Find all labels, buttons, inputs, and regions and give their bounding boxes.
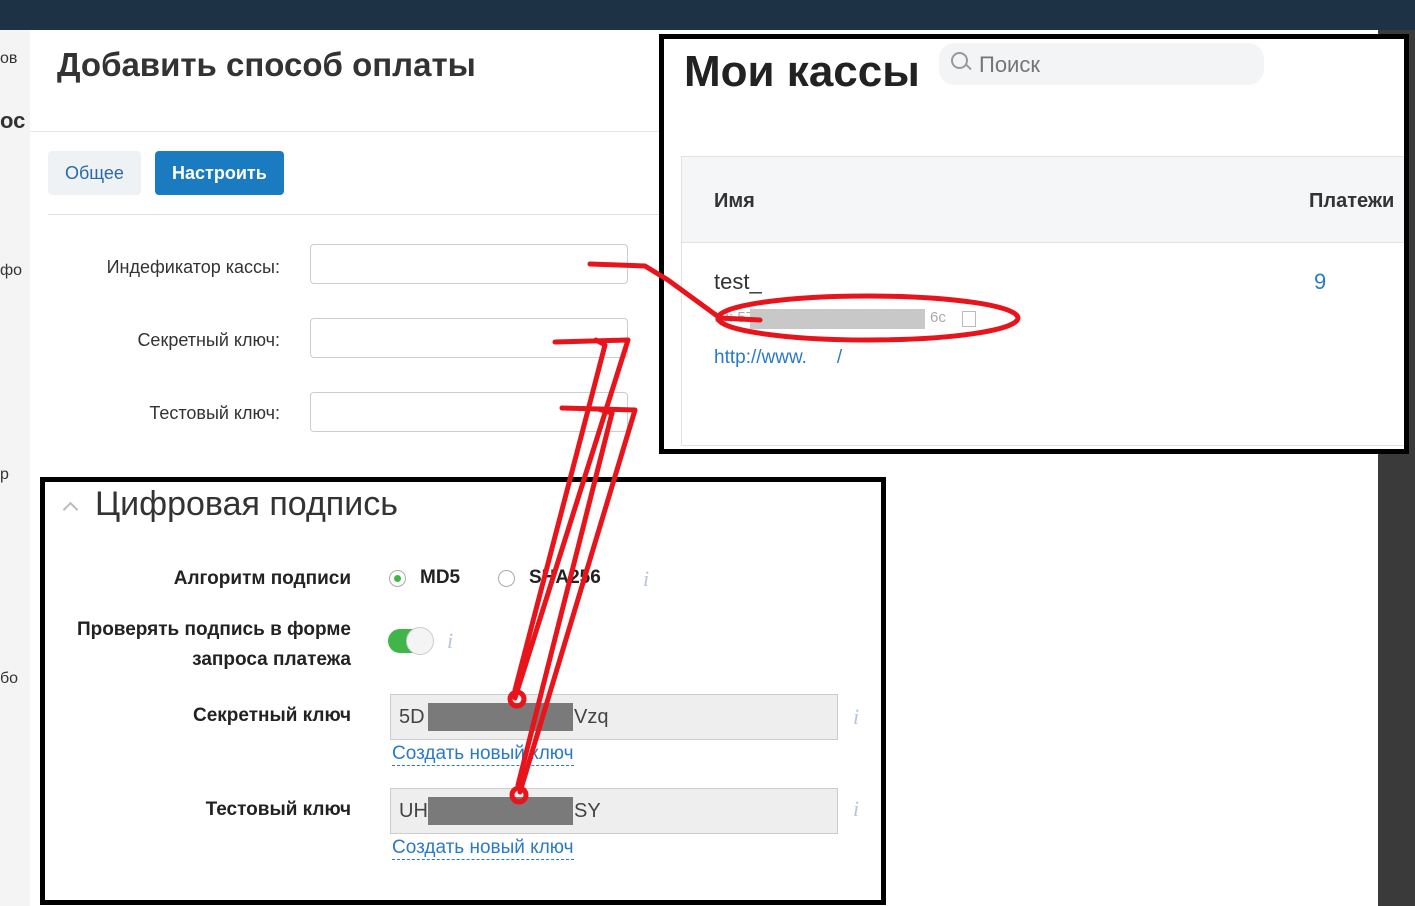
bg-fragment: фо [0, 262, 23, 279]
redaction-mask [750, 309, 925, 329]
shop-id-prefix: ID: 57 [714, 309, 755, 326]
test-key-label: Тестовый ключ: [149, 403, 280, 423]
test-key-input[interactable] [310, 392, 628, 432]
toggle-knob [406, 627, 434, 655]
search-input[interactable] [977, 49, 1251, 81]
shop-url-end: / [836, 347, 843, 368]
secret-key-suffix: Vzq [574, 706, 609, 728]
secret-key-prefix: 5D [399, 706, 425, 728]
shop-url[interactable]: http://www. / [714, 347, 842, 369]
radio-sha256-label[interactable]: SHA256 [529, 567, 601, 589]
shops-table: Имя Платежи test_ ID: 57 6c http://www. /… [681, 156, 1404, 446]
shop-url-text: http://www. [714, 347, 807, 368]
radio-md5-label[interactable]: MD5 [420, 567, 460, 589]
shop-id: ID: 57 6c [714, 309, 976, 329]
section-title[interactable]: Цифровая подпись [95, 485, 398, 524]
modal-title: Добавить способ оплаты [57, 46, 476, 83]
info-icon[interactable]: i [853, 704, 859, 730]
bg-fragment: ов [0, 50, 18, 67]
test-key-prefix: UH [399, 800, 428, 822]
bg-fragment: р [0, 466, 9, 483]
secret-key-label: Секретный ключ [192, 705, 351, 726]
table-header: Имя Платежи [682, 157, 1404, 243]
shop-id-input[interactable] [310, 244, 628, 284]
test-key-field[interactable]: UH SY [390, 788, 838, 834]
verify-signature-line-1: Проверять подпись в форме [76, 619, 351, 640]
page-title: Мои кассы [684, 47, 920, 96]
background-sidebar: ов ос фо р бо [0, 30, 31, 906]
chevron-up-icon[interactable] [62, 501, 79, 518]
redaction-mask [428, 797, 573, 825]
redaction-mask [428, 703, 573, 731]
payments-count[interactable]: 9 [1314, 269, 1326, 295]
create-new-test-key-link[interactable]: Создать новый ключ [392, 837, 574, 860]
my-shops-panel: Мои кассы Имя Платежи test_ ID: 57 6c ht… [659, 34, 1409, 454]
tab-setup[interactable]: Настроить [155, 151, 284, 195]
shop-id-label: Индефикатор кассы: [106, 257, 280, 277]
algorithm-label: Алгоритм подписи [173, 568, 351, 589]
bg-fragment: ос [0, 108, 26, 133]
secret-key-input[interactable] [310, 318, 628, 358]
verify-signature-line-2: запроса платежа [192, 649, 351, 670]
shop-name[interactable]: test_ [714, 269, 762, 295]
secret-key-label: Секретный ключ: [137, 330, 280, 350]
info-icon[interactable]: i [447, 628, 453, 654]
digital-signature-panel: Цифровая подпись Алгоритм подписи MD5 SH… [40, 477, 886, 905]
info-icon[interactable]: i [853, 796, 859, 822]
secret-key-field[interactable]: 5D Vzq [390, 694, 838, 740]
search-box[interactable] [939, 43, 1264, 85]
bg-fragment: бо [0, 670, 19, 687]
verify-signature-toggle[interactable] [388, 627, 434, 655]
divider [30, 131, 660, 132]
verify-signature-label: Проверять подпись в форме запроса платеж… [77, 615, 351, 675]
divider [48, 214, 660, 215]
shop-id-suffix: 6c [930, 309, 946, 326]
test-key-label: Тестовый ключ [205, 799, 351, 820]
app-header-strip [0, 0, 1415, 30]
column-header-name: Имя [714, 190, 755, 212]
test-key-suffix: SY [574, 800, 601, 822]
copy-icon[interactable] [962, 311, 976, 327]
column-header-payments: Платежи [1309, 190, 1395, 212]
search-icon [951, 52, 968, 69]
radio-md5[interactable] [389, 570, 406, 587]
radio-sha256[interactable] [498, 570, 515, 587]
create-new-secret-key-link[interactable]: Создать новый ключ [392, 743, 574, 766]
info-icon[interactable]: i [643, 566, 649, 592]
tab-general[interactable]: Общее [48, 151, 141, 195]
